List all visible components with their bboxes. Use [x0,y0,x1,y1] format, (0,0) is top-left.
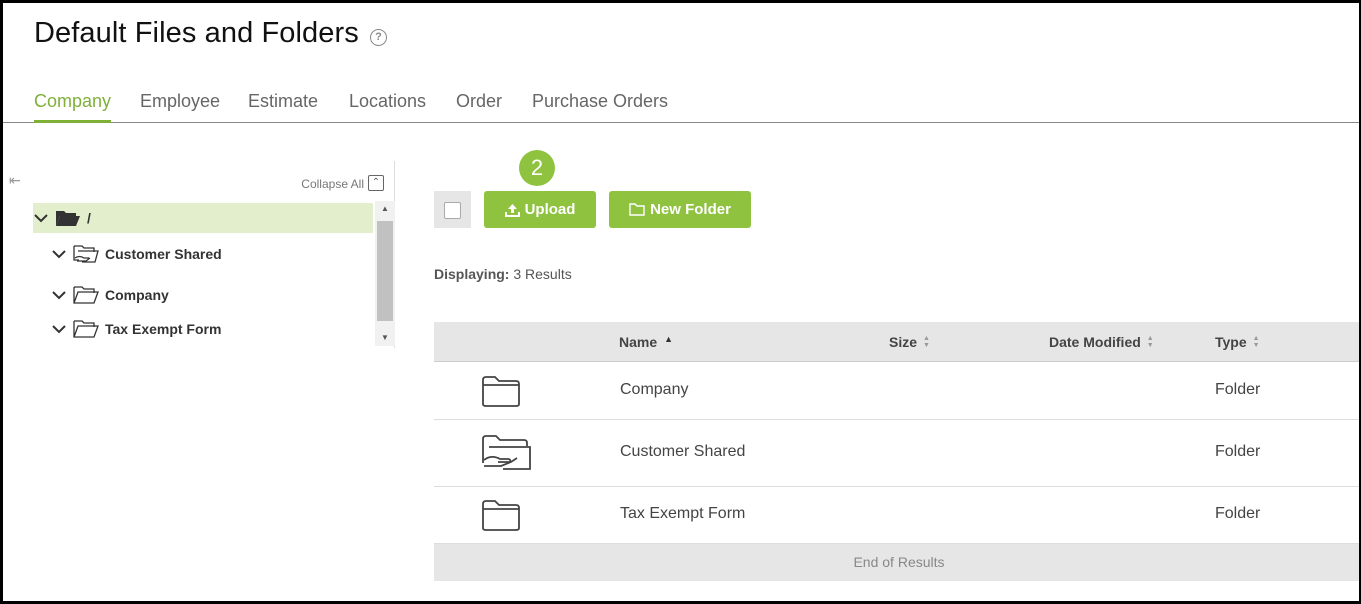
sort-ascending-icon: ▲ [664,334,674,344]
collapse-all-link[interactable]: Collapse All [301,177,364,191]
tree-item-label: Company [105,287,169,303]
tab-purchase-orders[interactable]: Purchase Orders [532,91,668,123]
chevron-down-icon[interactable] [51,290,67,300]
tab-locations[interactable]: Locations [349,91,426,123]
end-of-results: End of Results [434,544,1359,581]
folder-icon [629,203,645,216]
new-folder-label: New Folder [650,201,731,218]
tree-item-label: Tax Exempt Form [105,321,222,337]
tab-bar: Company Employee Estimate Locations Orde… [3,89,1359,123]
folder-tree-panel: Collapse All ⌃ / Customer Shared Company… [33,161,395,348]
cell-name[interactable]: Customer Shared [620,443,745,461]
upload-button[interactable]: Upload [484,191,596,228]
shared-folder-icon [481,433,533,478]
column-header-date-modified[interactable]: Date Modified ▲ ▼ [1049,334,1154,350]
collapse-all-icon[interactable]: ⌃ [368,175,384,191]
chevron-down-icon[interactable] [51,249,67,259]
displaying-label: Displaying: [434,266,510,282]
cell-name[interactable]: Tax Exempt Form [620,505,745,523]
open-folder-icon [55,208,81,228]
folder-icon [481,498,521,537]
upload-icon [504,203,520,217]
sort-icon: ▲ ▼ [923,335,930,349]
tab-employee[interactable]: Employee [140,91,220,123]
tree-item-label: / [87,210,91,226]
collapse-panel-icon[interactable]: ⇤ [9,172,21,189]
tree-item-label: Customer Shared [105,246,222,262]
cell-type: Folder [1215,505,1261,522]
column-header-size[interactable]: Size ▲ ▼ [889,334,930,350]
tab-company[interactable]: Company [34,91,112,123]
scroll-down-arrow-icon[interactable]: ▼ [375,330,395,346]
table-row[interactable]: Company Folder [434,362,1359,420]
grid-header: Name ▲ Size ▲ ▼ Date Modified ▲ ▼ Type ▲ ▼ [434,322,1359,362]
step-badge: 2 [519,150,555,186]
tab-order[interactable]: Order [456,91,502,123]
tree-item-company[interactable]: Company [51,280,169,310]
shared-folder-icon [73,244,99,264]
page-title: Default Files and Folders [34,17,359,49]
folder-icon [73,319,99,339]
tab-estimate[interactable]: Estimate [248,91,318,123]
tree-item-tax-exempt-form[interactable]: Tax Exempt Form [51,314,221,344]
column-header-name[interactable]: Name ▲ [619,334,673,350]
column-header-type[interactable]: Type ▲ ▼ [1215,334,1260,350]
chevron-down-icon[interactable] [51,324,67,334]
chevron-down-icon[interactable] [33,213,49,223]
checkbox-box[interactable] [444,202,461,219]
table-row[interactable]: Customer Shared Folder [434,420,1359,487]
folder-icon [73,285,99,305]
results-summary: Displaying: 3 Results [434,266,572,282]
sort-icon: ▲ ▼ [1146,335,1154,349]
scroll-thumb[interactable] [377,221,393,321]
tree-scrollbar[interactable]: ▲ ▼ [375,201,395,346]
cell-type: Folder [1215,443,1261,460]
app-frame: Default Files and Folders ? Company Empl… [0,0,1361,604]
sort-icon: ▲ ▼ [1252,335,1260,349]
cell-name[interactable]: Company [620,381,688,399]
question-circle-icon[interactable]: ? [370,29,387,46]
tree-item-root[interactable]: / [33,203,373,233]
scroll-up-arrow-icon[interactable]: ▲ [375,201,395,217]
cell-type: Folder [1215,381,1261,398]
upload-label: Upload [524,201,576,218]
tree-item-customer-shared[interactable]: Customer Shared [51,239,222,269]
folder-icon [481,374,521,413]
select-all-checkbox[interactable] [434,191,471,228]
displaying-count: 3 Results [513,266,572,282]
new-folder-button[interactable]: New Folder [609,191,751,228]
table-row[interactable]: Tax Exempt Form Folder [434,487,1359,544]
